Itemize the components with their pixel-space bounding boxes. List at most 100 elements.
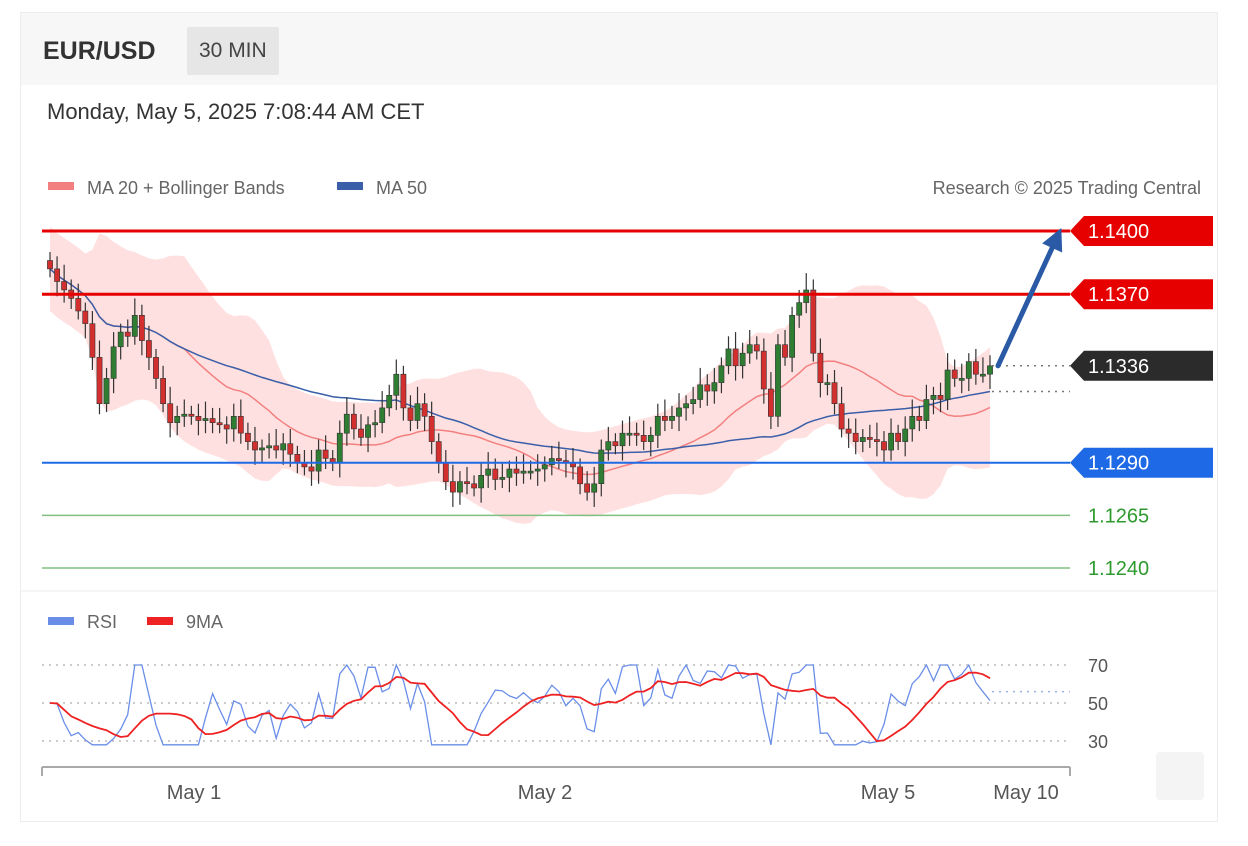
candle-body	[676, 407, 682, 417]
rsi-line	[49, 663, 991, 746]
candle-body	[442, 462, 449, 483]
candle-body	[499, 477, 506, 480]
candle-body	[838, 403, 845, 430]
x-tick-label: May 5	[861, 782, 915, 804]
candle-body	[944, 369, 951, 400]
ma20-legend-swatch	[48, 182, 74, 190]
candle-body	[866, 437, 873, 440]
candle-body	[718, 365, 725, 383]
rsi-legend: RSI 9MA	[48, 612, 223, 632]
candle-body	[527, 470, 534, 474]
candle	[775, 334, 781, 427]
x-tick-label: May 2	[518, 782, 572, 804]
candle-body	[690, 399, 697, 404]
candle-body	[54, 268, 60, 282]
candle-body	[746, 344, 753, 354]
candle-body	[817, 352, 824, 384]
candle-body	[47, 260, 53, 270]
candle-body	[485, 468, 492, 476]
rsi-legend-swatch	[48, 617, 74, 625]
candle-body	[937, 394, 944, 400]
candle-body	[775, 344, 781, 417]
candle-body	[711, 382, 718, 392]
candle-body	[979, 373, 986, 377]
rsi-ma-legend-swatch	[147, 617, 173, 625]
candle-body	[75, 298, 82, 312]
candle-body	[322, 449, 329, 459]
candle-body	[796, 302, 803, 316]
ma50-legend-label: MA 50	[376, 178, 427, 198]
price-level-label: 1.1240	[1088, 558, 1149, 580]
candle-body	[117, 331, 124, 348]
price-level-label: 1.1370	[1088, 284, 1149, 306]
main-legend: MA 20 + Bollinger Bands MA 50 Research ©…	[48, 178, 1201, 198]
candle-body	[845, 428, 852, 434]
candle-body	[697, 384, 704, 400]
candle-body	[782, 344, 788, 358]
candle-body	[598, 449, 605, 485]
candle-body	[280, 443, 287, 451]
candle-body	[379, 407, 386, 423]
bollinger-bands	[50, 226, 990, 524]
candle-body	[633, 432, 640, 436]
x-tick-label: May 1	[167, 782, 221, 804]
candle-body	[449, 481, 456, 493]
candle-body	[654, 415, 661, 436]
candle-body	[124, 331, 131, 337]
rsi-level-label: 30	[1088, 732, 1108, 752]
candle-body	[555, 458, 562, 461]
candle-body	[252, 441, 258, 451]
candle-body	[577, 466, 583, 485]
rsi-legend-label: RSI	[87, 612, 117, 632]
candle-body	[520, 470, 527, 474]
candle-body	[824, 382, 831, 385]
candle-body	[365, 424, 371, 438]
candle-body	[400, 373, 407, 409]
x-tick-label: May 10	[993, 782, 1059, 804]
candle-body	[732, 348, 739, 367]
candle-body	[930, 394, 937, 400]
candle-body	[139, 314, 145, 341]
candle	[810, 279, 817, 362]
candle-body	[888, 432, 894, 451]
candle-body	[881, 441, 887, 451]
candle-body	[965, 361, 972, 379]
candle-body	[266, 445, 272, 449]
candle-body	[456, 481, 463, 493]
candle-body	[895, 432, 901, 442]
candle-body	[343, 413, 350, 434]
candle-body	[435, 441, 442, 464]
candle-body	[237, 415, 244, 434]
candle-body	[534, 468, 541, 472]
candle-body	[82, 310, 89, 324]
rsi-ma-legend-label: 9MA	[186, 612, 223, 632]
candle-body	[626, 432, 633, 436]
price-level-label: 1.1265	[1088, 505, 1149, 527]
candle-body	[803, 289, 810, 303]
fullscreen-button[interactable]	[1156, 752, 1204, 800]
candle-body	[852, 432, 859, 442]
candle-body	[103, 378, 110, 404]
candle-body	[372, 422, 378, 426]
rsi-level-label: 50	[1088, 694, 1108, 714]
candle-body	[308, 466, 315, 472]
candle-body	[407, 407, 414, 421]
candle-body	[972, 361, 979, 375]
candle-body	[350, 413, 357, 430]
candle-body	[873, 439, 880, 442]
candle-body	[810, 289, 817, 354]
candle-body	[859, 437, 866, 442]
candle-body	[767, 388, 774, 417]
candle-body	[951, 369, 958, 379]
candle-body	[789, 314, 795, 358]
ma20-legend-label: MA 20 + Bollinger Bands	[87, 178, 285, 198]
candle-body	[202, 418, 209, 421]
candle-body	[195, 415, 202, 421]
candle-body	[393, 373, 400, 396]
candle-body	[619, 432, 626, 447]
candle-body	[506, 468, 513, 478]
candle-body	[725, 348, 732, 367]
candle-body	[181, 413, 188, 417]
candle-body	[167, 403, 174, 424]
candle-body	[216, 422, 223, 426]
